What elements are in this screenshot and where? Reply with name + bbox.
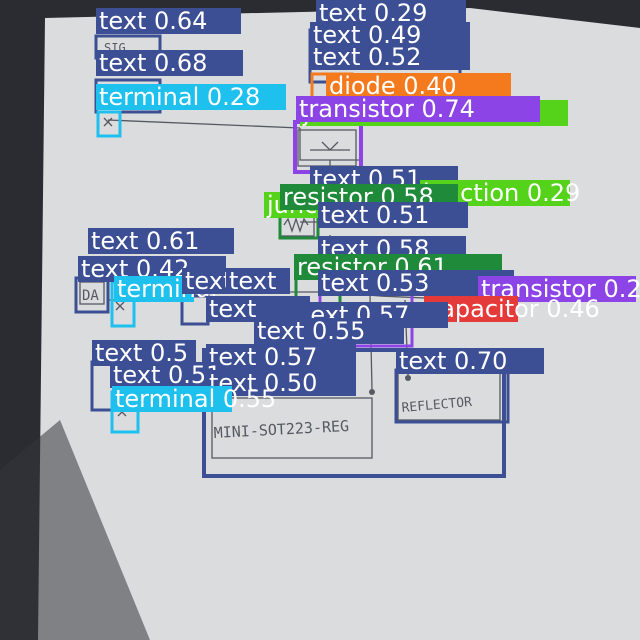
detection-label: text 0.52	[310, 43, 470, 71]
detection-label: text	[206, 295, 310, 323]
detection-label: capacitor 0.46	[424, 295, 600, 323]
detection-label: text 0.64	[96, 7, 241, 35]
detection-label: text 0.51	[318, 201, 468, 229]
label-text: text 0.64	[99, 7, 207, 35]
label-text: text 0.57	[209, 343, 317, 371]
label-text: terminal 0.28	[99, 83, 260, 111]
label-text: text 0.68	[99, 49, 207, 77]
label-text: text	[229, 267, 276, 295]
detection-label: terminal 0.55	[112, 385, 276, 413]
annotated-photo: DA SIG MINI-SOT223-REG REFLECTOR text 0.…	[0, 0, 640, 640]
detection-label: text 0.70	[396, 347, 544, 375]
detection-label: terminal 0.28	[96, 83, 286, 111]
label-text: text	[209, 295, 256, 323]
label-text: text 0.51	[321, 201, 429, 229]
sketch-label-da: DA	[82, 288, 99, 304]
label-text: text 0.52	[313, 43, 421, 71]
detection-label: text 0.57	[206, 343, 356, 371]
label-text: terminal 0.55	[115, 385, 276, 413]
label-text: text	[185, 267, 232, 295]
label-text: text 0.70	[399, 347, 507, 375]
detection-label: text 0.61	[88, 227, 234, 255]
label-text: capacitor 0.46	[427, 295, 600, 323]
detection-label: text 0.68	[96, 49, 243, 77]
detection-label: text	[226, 267, 290, 295]
detection-label: transistor 0.74	[296, 95, 540, 123]
label-text: transistor 0.74	[299, 95, 475, 123]
label-text: text 0.53	[321, 269, 429, 297]
label-text: text 0.61	[91, 227, 199, 255]
